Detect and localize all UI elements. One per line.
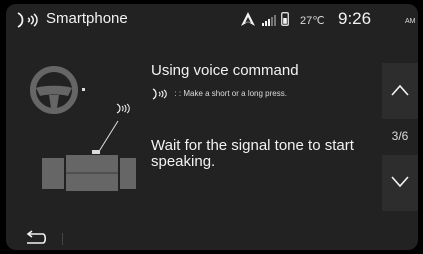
steering-wheel-voice-button-illustration <box>30 66 136 191</box>
instruction-text: Wait for the signal tone to start speaki… <box>151 137 354 170</box>
outside-temperature: 27℃ <box>300 15 325 27</box>
page-navigation: 3/6 <box>382 63 418 211</box>
head-unit-screen: Smartphone 27℃ 9:26 AM Using voice comma… <box>0 0 423 254</box>
smartphone-help-screen: Smartphone 27℃ 9:26 AM Using voice comma… <box>6 4 418 250</box>
page-indicator: 3/6 <box>391 129 409 143</box>
voice-recognition-icon <box>17 12 38 28</box>
page-heading: Using voice command <box>151 62 299 79</box>
clock-ampm: AM <box>405 18 416 25</box>
voice-recognition-icon <box>116 103 130 114</box>
navigation-arrow-icon <box>241 12 255 26</box>
steering-wheel-icon <box>30 66 78 114</box>
pointer-line <box>97 120 119 154</box>
phone-battery-icon <box>281 12 289 26</box>
app-title: Smartphone <box>46 10 128 27</box>
press-hint-text: : : Make a short or a long press. <box>174 89 287 99</box>
chevron-down-icon <box>391 176 409 188</box>
page-down-button[interactable] <box>382 155 418 211</box>
bottom-divider <box>62 233 63 245</box>
voice-recognition-icon <box>152 88 167 100</box>
dashboard-icon <box>42 150 136 191</box>
chevron-up-icon <box>391 84 409 96</box>
clock-time: 9:26 <box>338 9 372 28</box>
status-bar: Smartphone 27℃ 9:26 AM <box>6 4 418 36</box>
voice-button-marker <box>82 88 85 91</box>
voice-command-hint: : : Make a short or a long press. <box>151 85 287 100</box>
back-arrow-icon[interactable] <box>24 230 48 246</box>
page-up-button[interactable] <box>382 63 418 119</box>
signal-bars-icon <box>262 15 276 26</box>
